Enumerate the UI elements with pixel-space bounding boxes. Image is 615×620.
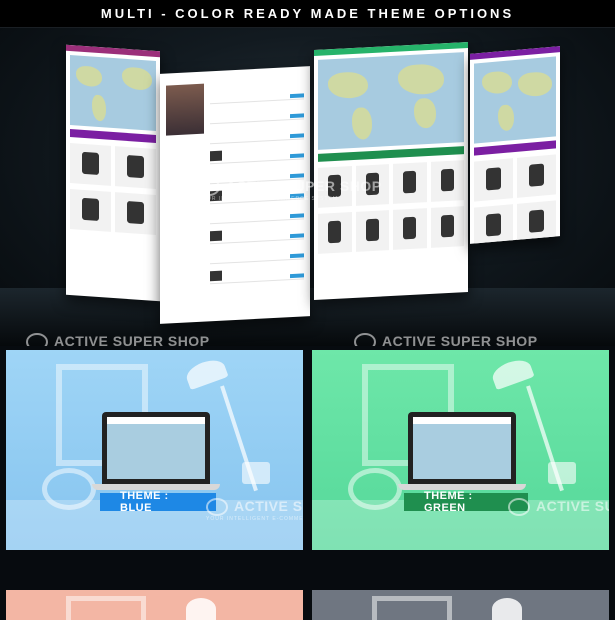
camera-icon bbox=[242, 462, 270, 484]
product-row bbox=[318, 206, 464, 254]
desk-lamp bbox=[186, 598, 216, 620]
product-row bbox=[474, 200, 556, 244]
product-row bbox=[70, 188, 156, 236]
desk-lamp bbox=[492, 598, 522, 620]
cart-icon bbox=[354, 333, 376, 346]
mockup-page-right bbox=[470, 46, 560, 244]
watermark: ACTIVE SUPER SHOP bbox=[508, 498, 609, 517]
user-photo bbox=[166, 83, 204, 136]
cart-icon bbox=[508, 498, 530, 517]
cart-icon bbox=[198, 178, 220, 197]
product-row bbox=[474, 154, 556, 202]
hero-showcase: ACTIVE SUPER SHOP YOUR INTELLIGENT E-COM… bbox=[0, 28, 615, 346]
mockup-page-left bbox=[66, 44, 160, 302]
theme-panel-blue: THEME : BLUE ACTIVE SUPER SHOP YOUR INTE… bbox=[6, 350, 303, 550]
headphones-icon bbox=[42, 468, 96, 510]
product-row bbox=[70, 142, 156, 190]
page-header: MULTI - COLOR READY MADE THEME OPTIONS bbox=[0, 0, 615, 28]
watermark: ACTIVE SUPER SHOP YOUR INTELLIGENT E-COM… bbox=[206, 498, 303, 523]
watermark: ACTIVE SUPER SHOP bbox=[26, 333, 210, 346]
watermark: ACTIVE SUPER SHOP bbox=[354, 333, 538, 346]
promo-strip bbox=[474, 140, 556, 156]
mockup-page-center bbox=[314, 41, 468, 301]
cart-icon bbox=[26, 333, 48, 346]
cart-icon bbox=[206, 498, 228, 517]
laptop-screen bbox=[102, 412, 210, 484]
headphones-icon bbox=[348, 468, 402, 510]
theme-panel-gray bbox=[312, 590, 609, 620]
laptop-screen bbox=[408, 412, 516, 484]
theme-panel-peach bbox=[6, 590, 303, 620]
world-map bbox=[474, 56, 556, 144]
world-map bbox=[318, 52, 464, 150]
theme-panel-green: THEME : GREEN ACTIVE SUPER SHOP bbox=[312, 350, 609, 550]
watermark: ACTIVE SUPER SHOP YOUR INTELLIGENT E-COM… bbox=[198, 178, 382, 203]
theme-badge-blue: THEME : BLUE bbox=[100, 490, 216, 514]
world-map bbox=[70, 54, 156, 132]
promo-strip bbox=[70, 128, 156, 144]
page-title: MULTI - COLOR READY MADE THEME OPTIONS bbox=[100, 6, 515, 21]
camera-icon bbox=[548, 462, 576, 484]
